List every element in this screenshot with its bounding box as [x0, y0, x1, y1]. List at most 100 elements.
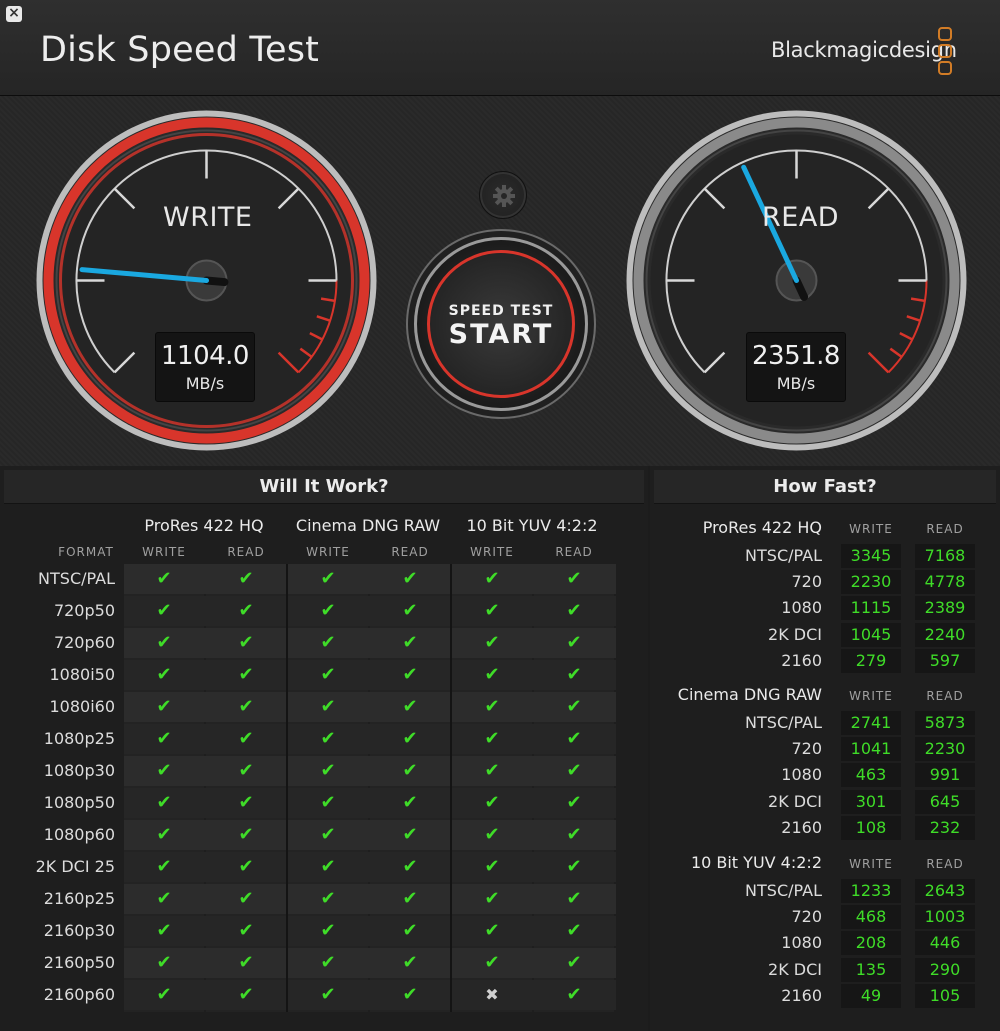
checkmark-icon: ✔: [238, 600, 254, 621]
checkmark-icon: ✔: [156, 856, 172, 877]
format-column-header: FORMAT: [58, 545, 114, 559]
write-readout: 1104.0 MB/s: [155, 332, 255, 402]
format-row-label: 1080p60: [43, 825, 115, 844]
start-button-label: START: [448, 319, 554, 350]
checkmark-icon: ✔: [484, 760, 500, 781]
checkmark-icon: ✔: [238, 856, 254, 877]
checkmark-icon: ✔: [320, 984, 336, 1005]
how-fast-read-header: READ: [926, 689, 964, 703]
checkmark-icon: ✔: [156, 952, 172, 973]
checkmark-icon: ✔: [320, 952, 336, 973]
checkmark-icon: ✔: [156, 920, 172, 941]
checkmark-icon: ✔: [566, 632, 582, 653]
how-fast-format-label: NTSC/PAL: [745, 881, 822, 900]
how-fast-format-label: 2K DCI: [768, 791, 822, 811]
start-button-caption: SPEED TEST: [448, 303, 554, 319]
checkmark-icon: ✔: [402, 824, 418, 845]
checkmark-icon: ✔: [320, 600, 336, 621]
how-fast-format-label: 1080: [781, 598, 822, 618]
column-subheader: READ: [555, 545, 593, 559]
checkmark-icon: ✔: [238, 888, 254, 909]
checkmark-icon: ✔: [566, 824, 582, 845]
close-button[interactable]: ×: [6, 6, 22, 22]
checkmark-icon: ✔: [238, 920, 254, 941]
write-speed-fps: 1115: [841, 596, 901, 621]
write-speed-fps: 301: [841, 789, 901, 814]
how-fast-title: How Fast?: [654, 470, 996, 504]
speed-test-start-button[interactable]: SPEED TEST START: [414, 237, 588, 411]
checkmark-icon: ✔: [566, 696, 582, 717]
checkmark-icon: ✔: [320, 728, 336, 749]
checkmark-icon: ✔: [402, 760, 418, 781]
column-group-title: 10 Bit YUV 4:2:2: [466, 516, 598, 535]
checkmark-icon: ✔: [156, 664, 172, 685]
checkmark-icon: ✔: [402, 568, 418, 589]
checkmark-icon: ✔: [566, 760, 582, 781]
how-fast-format-label: 1080: [781, 933, 822, 953]
group-separator: [450, 564, 452, 1012]
write-speed-fps: 1233: [841, 879, 901, 903]
checkmark-icon: ✔: [566, 664, 582, 685]
read-speed-fps: 446: [915, 931, 975, 956]
checkmark-icon: ✔: [238, 952, 254, 973]
write-speed-fps: 1045: [841, 622, 901, 647]
write-speed-fps: 208: [841, 931, 901, 956]
checkmark-icon: ✔: [156, 600, 172, 621]
checkmark-icon: ✔: [238, 696, 254, 717]
how-fast-format-label: 720: [791, 907, 822, 927]
checkmark-icon: ✔: [156, 728, 172, 749]
checkmark-icon: ✔: [156, 632, 172, 653]
settings-button[interactable]: [479, 171, 527, 219]
checkmark-icon: ✔: [320, 856, 336, 877]
write-speed-fps: 1041: [841, 737, 901, 762]
write-speed-fps: 2230: [841, 570, 901, 595]
format-row-label: 2160p60: [43, 985, 115, 1004]
write-speed-fps: 468: [841, 905, 901, 930]
checkmark-icon: ✔: [402, 728, 418, 749]
column-subheader: WRITE: [470, 545, 514, 559]
checkmark-icon: ✔: [402, 664, 418, 685]
checkmark-icon: ✔: [402, 696, 418, 717]
checkmark-icon: ✔: [156, 760, 172, 781]
checkmark-icon: ✔: [238, 760, 254, 781]
brand-name: Blackmagicdesign: [771, 38, 957, 62]
write-speed-fps: 463: [841, 763, 901, 788]
write-speed-fps: 3345: [841, 544, 901, 568]
read-speed-fps: 645: [915, 789, 975, 814]
checkmark-icon: ✔: [238, 984, 254, 1005]
read-speed-fps: 991: [915, 763, 975, 788]
checkmark-icon: ✔: [320, 888, 336, 909]
checkmark-icon: ✔: [320, 664, 336, 685]
column-subheader: READ: [227, 545, 265, 559]
read-speed-fps: 1003: [915, 905, 975, 930]
how-fast-format-label: 2160: [781, 650, 822, 670]
format-row-label: 720p60: [53, 633, 115, 652]
checkmark-icon: ✔: [320, 760, 336, 781]
checkmark-icon: ✔: [484, 824, 500, 845]
checkmark-icon: ✔: [566, 568, 582, 589]
read-speed-fps: 2240: [915, 622, 975, 647]
column-group-title: Cinema DNG RAW: [295, 516, 441, 535]
how-fast-format-label: 1080: [781, 765, 822, 785]
write-speed-fps: 279: [841, 648, 901, 673]
checkmark-icon: ✔: [156, 888, 172, 909]
brand-logo-icon: [938, 27, 954, 77]
how-fast-format-label: 720: [791, 739, 822, 759]
how-fast-write-header: WRITE: [849, 857, 893, 871]
read-readout: 2351.8 MB/s: [746, 332, 846, 402]
checkmark-icon: ✔: [402, 856, 418, 877]
how-fast-read-header: READ: [926, 857, 964, 871]
checkmark-icon: ✔: [238, 824, 254, 845]
write-speed-value: 1104.0: [161, 341, 249, 371]
how-fast-format-label: 2K DCI: [768, 959, 822, 979]
checkmark-icon: ✔: [238, 728, 254, 749]
checkmark-icon: ✔: [484, 792, 500, 813]
checkmark-icon: ✔: [320, 568, 336, 589]
how-fast-write-header: WRITE: [849, 689, 893, 703]
checkmark-icon: ✔: [484, 568, 500, 589]
checkmark-icon: ✔: [320, 824, 336, 845]
how-fast-read-header: READ: [926, 522, 964, 536]
format-row-label: 1080i50: [49, 665, 115, 684]
checkmark-icon: ✔: [402, 792, 418, 813]
checkmark-icon: ✔: [484, 600, 500, 621]
